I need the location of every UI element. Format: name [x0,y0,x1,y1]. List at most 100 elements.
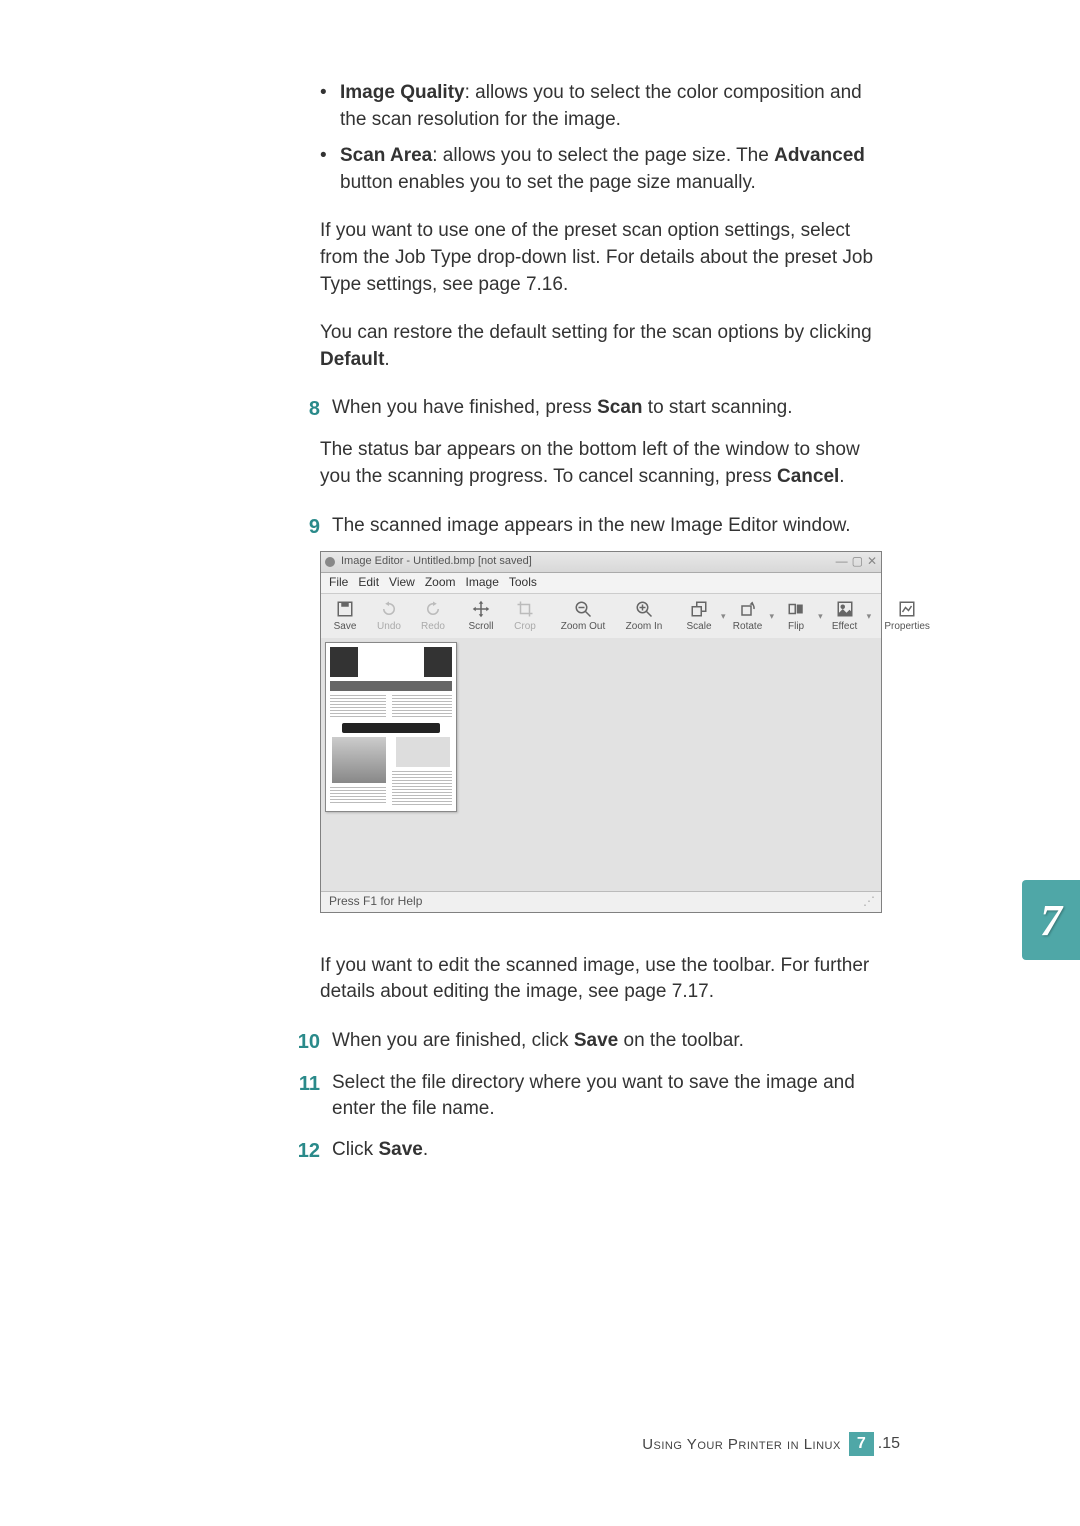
menu-file[interactable]: File [329,574,348,591]
canvas-area[interactable] [321,638,881,892]
step-number: 12 [280,1137,332,1165]
zoomin-icon [635,600,653,618]
undo-label: Undo [377,620,401,634]
window-title: Image Editor - Untitled.bmp [not saved] [341,554,836,569]
undo-button[interactable]: Undo [367,600,411,634]
bullet-desc-a: : allows you to select the page size. Th… [432,145,774,166]
footer-page: .15 [878,1435,900,1453]
scale-icon [690,600,708,618]
bullet-text: Image Quality: allows you to select the … [340,80,880,133]
effect-label: Effect [832,620,857,634]
minimize-button[interactable]: — [836,553,848,570]
bullet-dot: • [320,143,340,196]
close-button[interactable]: ✕ [867,553,877,570]
undo-icon [380,600,398,618]
paragraph-default: You can restore the default setting for … [320,320,880,373]
s8b: Scan [597,397,642,418]
toolbar: Save Undo Redo Scroll Crop [321,594,881,641]
menu-tools[interactable]: Tools [509,574,537,591]
crop-label: Crop [514,620,536,634]
titlebar[interactable]: Image Editor - Untitled.bmp [not saved] … [321,552,881,573]
flip-label: Flip [788,620,804,634]
step-11: 11 Select the file directory where you w… [320,1070,880,1123]
doc-graphic [332,737,386,783]
scale-button[interactable]: Scale [677,600,721,634]
s10a: When you are finished, click [332,1030,574,1051]
menubar: File Edit View Zoom Image Tools [321,573,881,594]
save-button[interactable]: Save [323,600,367,634]
step-text: Select the file directory where you want… [332,1070,880,1123]
properties-label: Properties [884,620,930,634]
redo-button[interactable]: Redo [411,600,455,634]
step-text: The scanned image appears in the new Ima… [332,513,880,541]
doc-graphic [330,681,452,691]
window-buttons: — ▢ ✕ [836,553,877,570]
menu-image[interactable]: Image [466,574,499,591]
effect-button[interactable]: Effect [823,600,867,634]
dropdown-arrow-icon[interactable]: ▾ [867,610,872,623]
step-9: 9 The scanned image appears in the new I… [320,513,880,541]
zoomin-button[interactable]: Zoom In [615,600,673,634]
properties-button[interactable]: Properties [875,600,939,634]
step-text: When you are finished, click Save on the… [332,1028,880,1056]
app-icon [325,557,335,567]
rotate-icon [739,600,757,618]
flip-button[interactable]: Flip [774,600,818,634]
menu-view[interactable]: View [389,574,415,591]
zoomout-icon [574,600,592,618]
doc-graphic [396,737,450,767]
effect-icon [836,600,854,618]
s8pc: . [839,466,844,487]
p2c: . [384,349,389,370]
s8a: When you have finished, press [332,397,597,418]
doc-graphic [424,647,452,677]
bullet-dot: • [320,80,340,133]
bullet-label: Image Quality [340,82,465,103]
body-text: • Image Quality: allows you to select th… [320,80,880,1165]
step-10: 10 When you are finished, click Save on … [320,1028,880,1056]
zoomout-label: Zoom Out [561,620,605,634]
s12b: Save [378,1139,422,1160]
scale-label: Scale [686,620,711,634]
footer-chapter: 7 [849,1432,874,1456]
redo-label: Redo [421,620,445,634]
crop-icon [516,600,534,618]
statusbar: Press F1 for Help ⋰ [321,891,881,912]
step-number: 8 [280,395,332,423]
step-12: 12 Click Save. [320,1137,880,1165]
menu-edit[interactable]: Edit [358,574,379,591]
doc-graphic [330,647,358,677]
scanned-document[interactable] [325,642,457,812]
resize-grip-icon[interactable]: ⋰ [863,893,873,910]
step-text: Click Save. [332,1137,880,1165]
rotate-label: Rotate [733,620,762,634]
step-8-note: The status bar appears on the bottom lef… [320,437,880,490]
flip-icon [787,600,805,618]
paragraph-jobtype: If you want to use one of the preset sca… [320,218,880,298]
doc-text [330,787,386,805]
scroll-label: Scroll [468,620,493,634]
redo-icon [424,600,442,618]
zoomin-label: Zoom In [626,620,663,634]
footer-title: Using Your Printer in Linux [642,1436,841,1453]
s12a: Click [332,1139,378,1160]
menu-zoom[interactable]: Zoom [425,574,456,591]
bullet-image-quality: • Image Quality: allows you to select th… [320,80,880,133]
doc-text [330,695,386,719]
scroll-button[interactable]: Scroll [459,600,503,634]
properties-icon [898,600,916,618]
maximize-button[interactable]: ▢ [852,553,863,570]
page: • Image Quality: allows you to select th… [0,0,1080,1526]
crop-button[interactable]: Crop [503,600,547,634]
p2b: Default [320,349,384,370]
rotate-button[interactable]: Rotate [726,600,770,634]
s8pb: Cancel [777,466,839,487]
zoomout-button[interactable]: Zoom Out [551,600,615,634]
doc-text [392,695,452,719]
page-footer: Using Your Printer in Linux 7.15 [642,1432,900,1456]
bullet-scan-area: • Scan Area: allows you to select the pa… [320,143,880,196]
s10b: Save [574,1030,618,1051]
s12c: . [423,1139,428,1160]
status-text: Press F1 for Help [329,893,422,910]
step-number: 9 [280,513,332,541]
